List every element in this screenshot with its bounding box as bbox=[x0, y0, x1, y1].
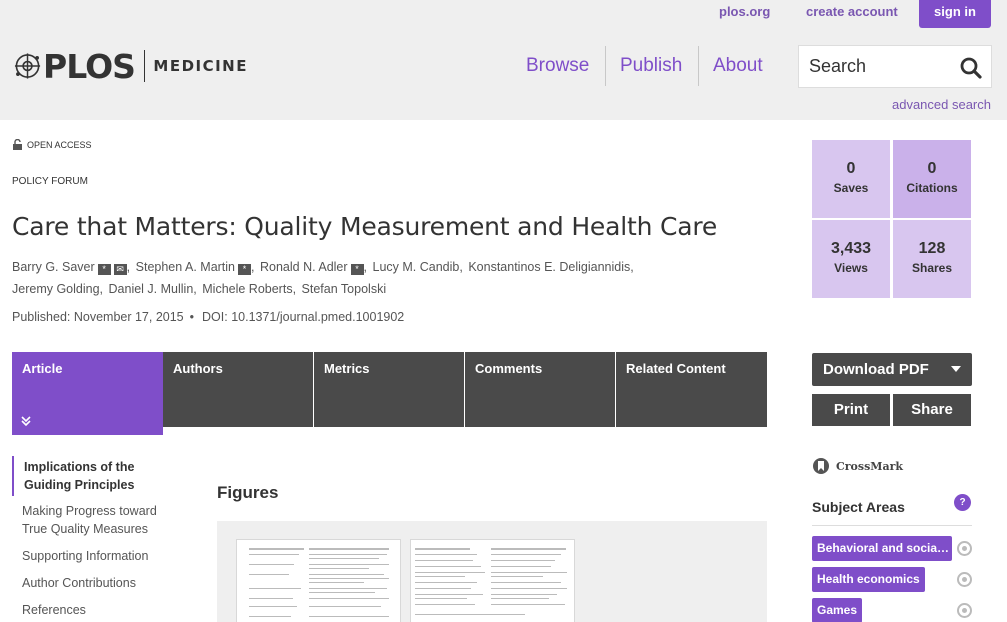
open-lock-icon bbox=[13, 139, 22, 150]
logo-brand: PLOS bbox=[43, 46, 136, 86]
search-input[interactable] bbox=[799, 46, 949, 87]
author-name[interactable]: Lucy M. Candib, bbox=[373, 256, 463, 278]
nav-divider bbox=[698, 46, 699, 86]
asterisk-icon[interactable]: * bbox=[97, 264, 111, 275]
tab-article[interactable]: Article bbox=[12, 352, 163, 435]
table-thumbnail-icon bbox=[415, 548, 567, 615]
metric-label: Citations bbox=[906, 181, 958, 195]
sign-in-button[interactable]: sign in bbox=[919, 0, 991, 28]
plos-medicine-logo[interactable]: PLOS MEDICINE bbox=[12, 45, 248, 87]
double-chevron-down-icon bbox=[21, 416, 31, 427]
share-button[interactable]: Share bbox=[893, 394, 971, 426]
article-toc: Implications of the Guiding Principles M… bbox=[12, 456, 167, 617]
asterisk-icon[interactable]: * bbox=[350, 264, 364, 275]
figure-thumbnail[interactable] bbox=[236, 539, 401, 622]
asterisk-icon[interactable]: * bbox=[238, 264, 252, 275]
toc-item[interactable]: References bbox=[12, 601, 86, 619]
metric-value: 0 bbox=[846, 160, 856, 177]
metric-value: 0 bbox=[927, 160, 937, 177]
metric-value: 128 bbox=[918, 240, 946, 257]
publish-date: Published: November 17, 2015 bbox=[12, 310, 184, 324]
author-name[interactable]: Stephen A. Martin *, bbox=[136, 256, 255, 278]
subject-feedback-icon[interactable] bbox=[957, 603, 972, 618]
toc-item[interactable]: Making Progress toward True Quality Meas… bbox=[12, 502, 167, 538]
metric-citations[interactable]: 0 Citations bbox=[893, 140, 971, 218]
author-name[interactable]: Konstantinos E. Deligiannidis, bbox=[468, 256, 633, 278]
envelope-icon[interactable]: ✉ bbox=[113, 264, 127, 275]
divider bbox=[812, 525, 972, 526]
crossmark-icon bbox=[813, 458, 829, 474]
separator-dot: • bbox=[189, 310, 195, 324]
help-icon[interactable]: ? bbox=[954, 494, 971, 511]
plos-logo-mark-icon bbox=[14, 53, 41, 79]
download-label: Download PDF bbox=[823, 361, 929, 378]
metric-label: Shares bbox=[911, 261, 953, 275]
site-header: plos.org create account sign in PLOS MED… bbox=[0, 0, 1007, 120]
article-title: Care that Matters: Quality Measurement a… bbox=[12, 212, 718, 241]
tab-comments[interactable]: Comments bbox=[465, 352, 615, 427]
metric-label: Views bbox=[834, 261, 868, 275]
logo-journal: MEDICINE bbox=[153, 57, 248, 75]
nav-about[interactable]: About bbox=[713, 46, 763, 86]
toc-item-active[interactable]: Implications of the Guiding Principles bbox=[12, 456, 167, 496]
print-button[interactable]: Print bbox=[812, 394, 890, 426]
crossmark-link[interactable]: CrossMark bbox=[812, 457, 903, 475]
logo-divider bbox=[143, 50, 146, 82]
author-name[interactable]: Stefan Topolski bbox=[302, 278, 387, 300]
create-account-link[interactable]: create account bbox=[806, 4, 898, 19]
download-pdf-button[interactable]: Download PDF bbox=[812, 353, 972, 386]
subject-tag[interactable]: Behavioral and social sciences bbox=[812, 536, 952, 561]
table-thumbnail-icon bbox=[249, 548, 389, 617]
caret-down-icon[interactable] bbox=[951, 366, 961, 372]
subject-feedback-icon[interactable] bbox=[957, 572, 972, 587]
metric-views[interactable]: 3,433 Views bbox=[812, 220, 890, 298]
author-name[interactable]: Barry G. Saver * ✉, bbox=[12, 256, 130, 278]
publication-info: Published: November 17, 2015 • DOI: 10.137… bbox=[12, 310, 404, 324]
author-name[interactable]: Daniel J. Mullin, bbox=[109, 278, 197, 300]
metric-shares[interactable]: 128 Shares bbox=[893, 220, 971, 298]
figure-carousel bbox=[217, 521, 767, 622]
figure-thumbnail[interactable] bbox=[410, 539, 575, 622]
tab-label: Article bbox=[22, 361, 63, 376]
doi[interactable]: DOI: 10.1371/journal.pmed.1001902 bbox=[202, 310, 404, 324]
tab-related-content[interactable]: Related Content bbox=[616, 352, 767, 427]
tab-authors[interactable]: Authors bbox=[163, 352, 313, 427]
nav-publish[interactable]: Publish bbox=[620, 46, 682, 86]
crossmark-label: CrossMark bbox=[836, 459, 903, 473]
nav-browse[interactable]: Browse bbox=[526, 46, 589, 86]
plos-org-link[interactable]: plos.org bbox=[719, 4, 770, 19]
subject-tag[interactable]: Games bbox=[812, 598, 862, 622]
subject-tag[interactable]: Health economics bbox=[812, 567, 925, 592]
author-list: Barry G. Saver * ✉, Stephen A. Martin *, Ro… bbox=[12, 256, 692, 300]
search-box bbox=[798, 45, 992, 88]
search-icon[interactable] bbox=[959, 56, 983, 80]
author-name[interactable]: Jeremy Golding, bbox=[12, 278, 103, 300]
metric-saves[interactable]: 0 Saves bbox=[812, 140, 890, 218]
tab-metrics[interactable]: Metrics bbox=[314, 352, 464, 427]
metric-value: 3,433 bbox=[830, 240, 872, 257]
subject-areas-title: Subject Areas bbox=[812, 499, 905, 515]
subject-feedback-icon[interactable] bbox=[957, 541, 972, 556]
article-type: POLICY FORUM bbox=[12, 176, 88, 187]
advanced-search-link[interactable]: advanced search bbox=[892, 97, 991, 112]
figures-heading: Figures bbox=[217, 483, 279, 502]
author-name[interactable]: Ronald N. Adler *, bbox=[260, 256, 367, 278]
nav-divider bbox=[605, 46, 606, 86]
open-access-label: OPEN ACCESS bbox=[27, 139, 92, 150]
toc-item[interactable]: Supporting Information bbox=[12, 547, 148, 565]
toc-item[interactable]: Author Contributions bbox=[12, 574, 136, 592]
metric-label: Saves bbox=[833, 181, 869, 195]
open-access-badge: OPEN ACCESS bbox=[12, 139, 92, 150]
author-name[interactable]: Michele Roberts, bbox=[202, 278, 296, 300]
